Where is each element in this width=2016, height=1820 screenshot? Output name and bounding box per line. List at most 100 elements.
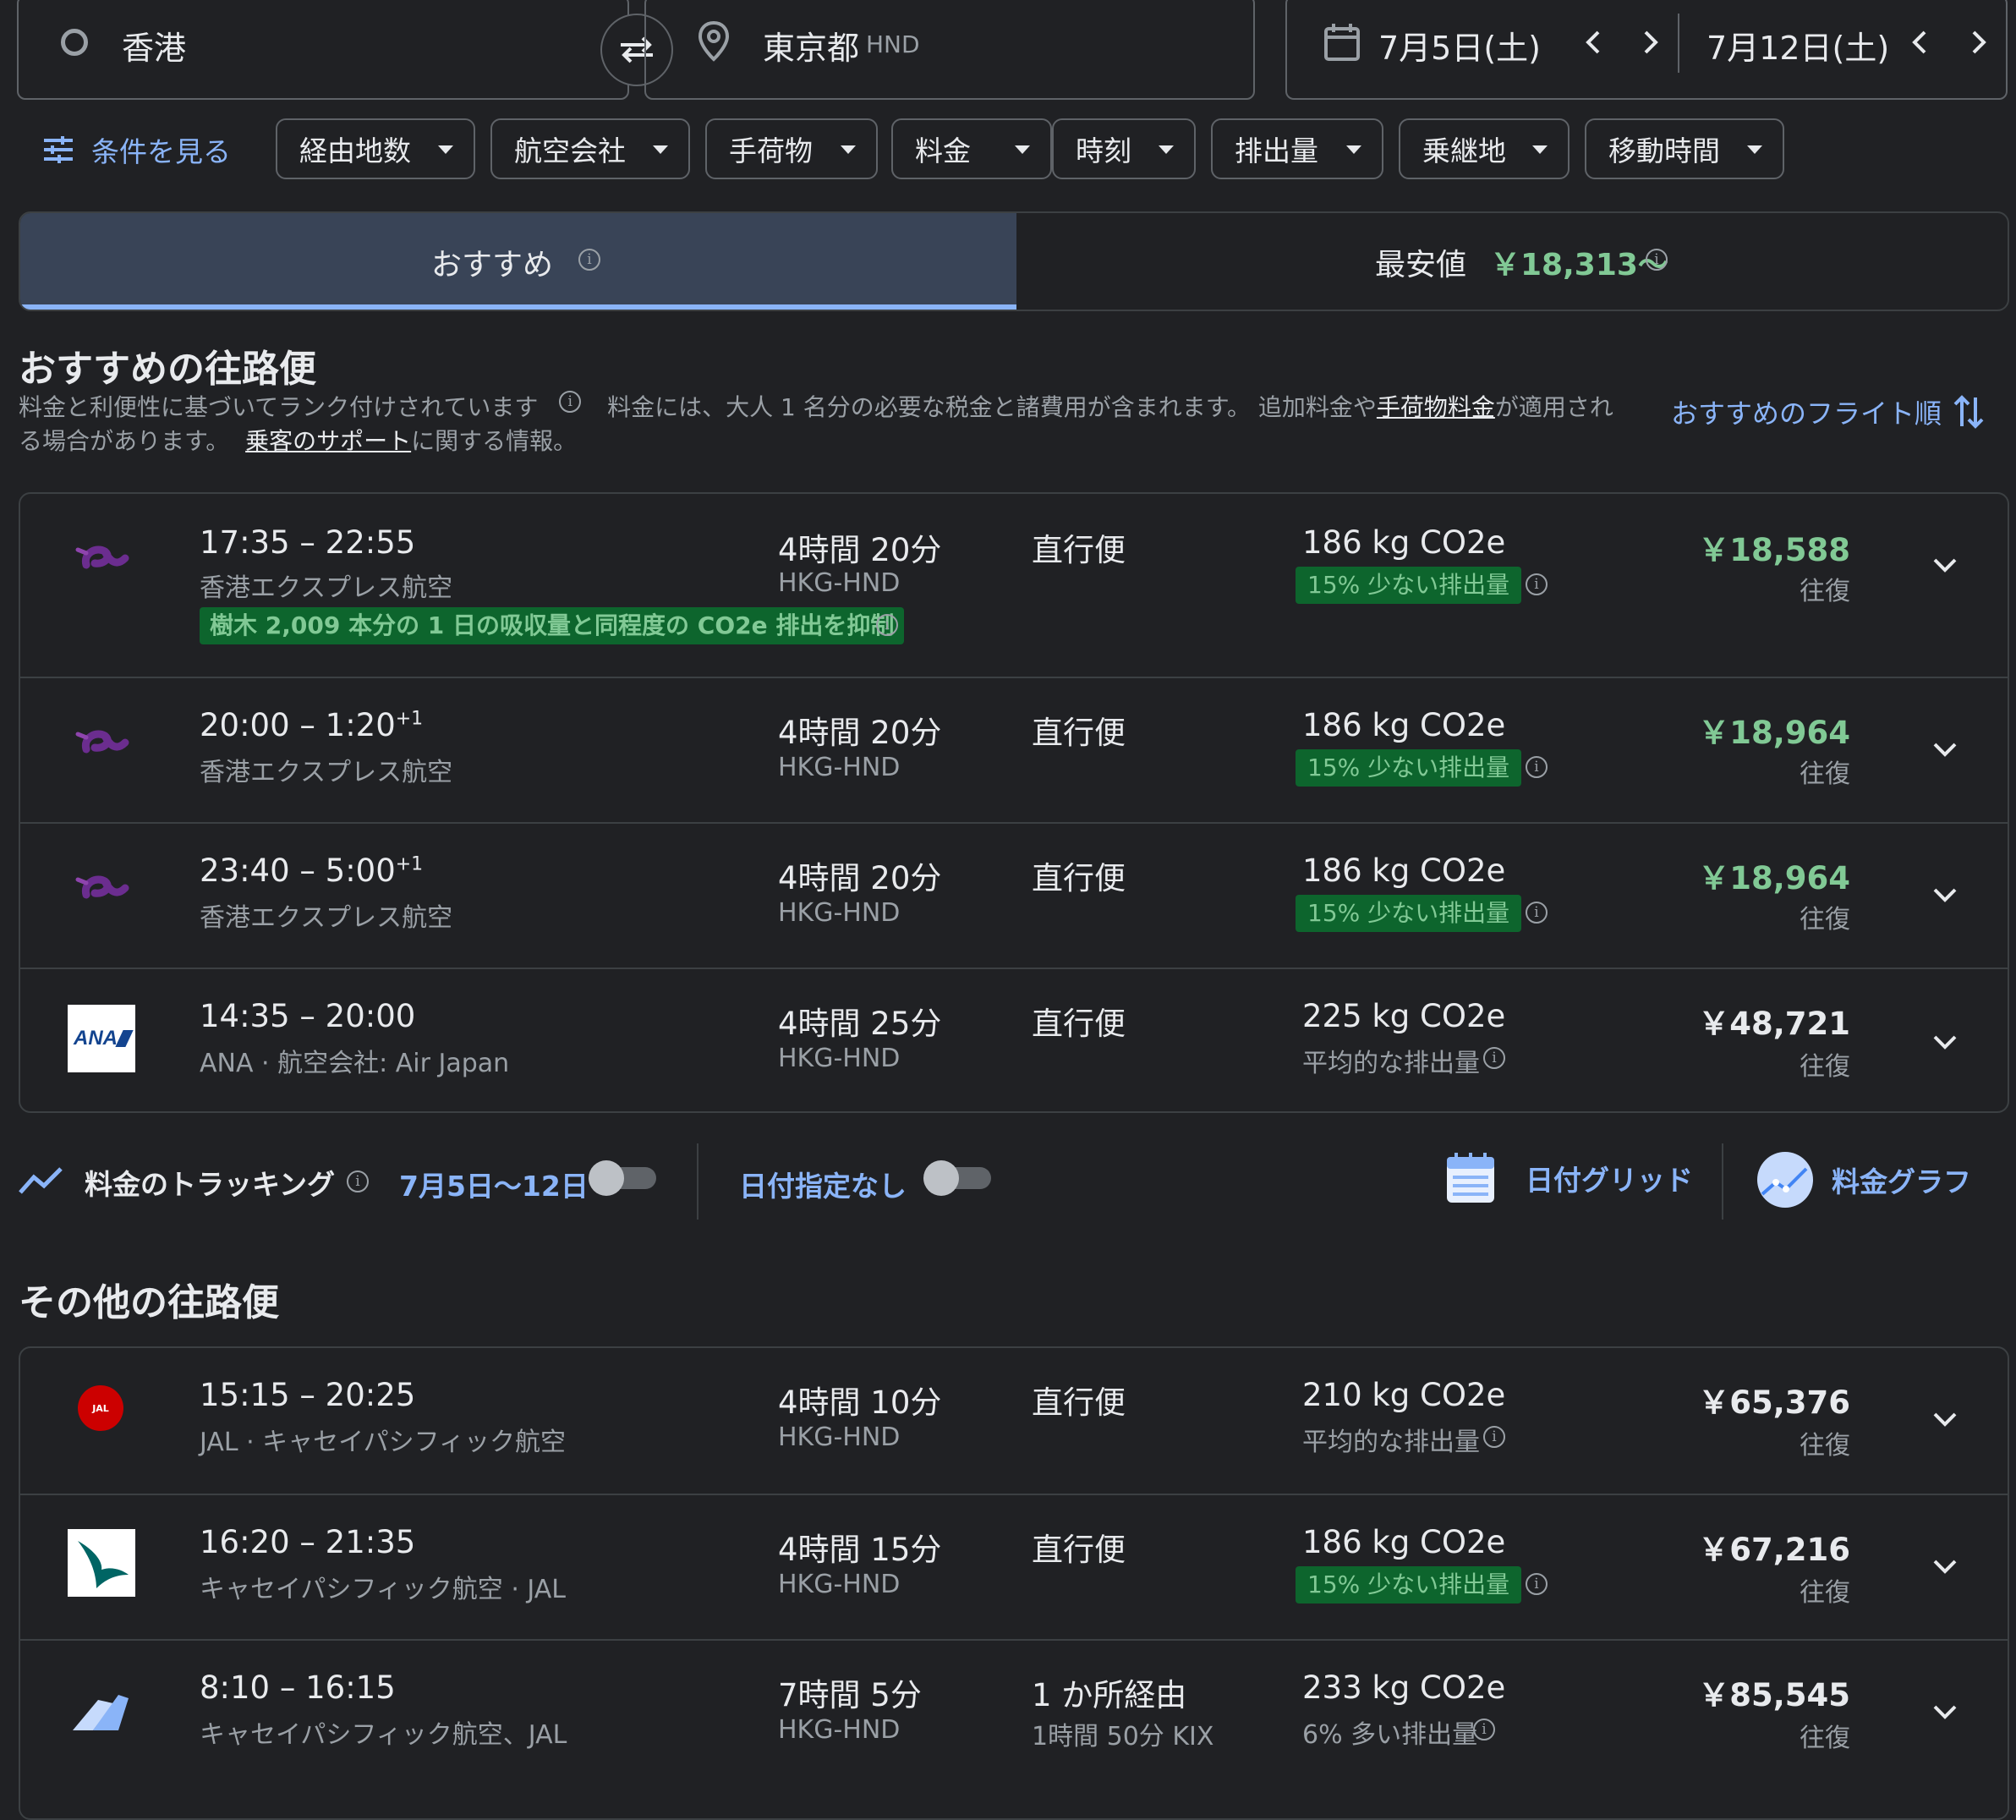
filter-chip-airlines[interactable]: 航空会社 — [490, 118, 690, 179]
price-note-text-3: る場合があります。 — [19, 427, 230, 455]
info-icon[interactable]: i — [578, 249, 600, 271]
expand-chevron-icon[interactable] — [1928, 1402, 1962, 1436]
next-day-marker: +1 — [395, 708, 424, 730]
price-tracking-label: 料金のトラッキング — [85, 1168, 336, 1201]
flight-price: ￥48,721 — [1698, 1006, 1850, 1042]
expand-chevron-icon[interactable] — [1928, 1025, 1962, 1059]
co2-emissions: 186 kg CO2e — [1302, 707, 1506, 743]
track-dates-toggle[interactable] — [589, 1160, 658, 1196]
flight-price: ￥67,216 — [1698, 1532, 1850, 1568]
all-filters-button[interactable]: 条件を見る — [42, 127, 231, 173]
depart-prev-icon[interactable] — [1578, 25, 1612, 59]
tab-recommended-label: おすすめ — [431, 248, 554, 282]
trip-type: 往復 — [1800, 1578, 1850, 1608]
price-note-text: 料金には、大人 1 名分の必要な税金と諸費用が含まれます。 追加料金や — [607, 393, 1377, 421]
passenger-assistance-link[interactable]: 乗客のサポート — [245, 427, 411, 455]
airline-name: ANA · 航空会社: Air Japan — [200, 1049, 510, 1078]
filter-chip-connecting[interactable]: 乗継地 — [1399, 118, 1570, 179]
filter-chip-duration[interactable]: 移動時間 — [1585, 118, 1784, 179]
info-icon[interactable]: i — [347, 1170, 369, 1192]
tracking-divider — [697, 1143, 698, 1220]
sort-button[interactable]: おすすめのフライト順 — [1671, 392, 1987, 431]
expand-chevron-icon[interactable] — [1928, 732, 1962, 766]
trip-type: 往復 — [1800, 1052, 1850, 1082]
origin-field[interactable]: 香港 — [17, 0, 629, 100]
depart-next-icon[interactable] — [1632, 25, 1666, 59]
flight-duration: 4時間 25分 — [778, 1006, 942, 1042]
layover-detail: 1時間 50分 KIX — [1032, 1722, 1214, 1751]
info-icon[interactable]: i — [1526, 573, 1548, 595]
expand-chevron-icon[interactable] — [1928, 548, 1962, 582]
any-dates-toggle[interactable] — [923, 1160, 993, 1196]
flight-row[interactable]: 17:35 – 22:55 香港エクスプレス航空 樹木 2,009 本分の 1 … — [20, 494, 2008, 677]
date-field[interactable]: 7月5日(土) 7月12日(土) — [1285, 0, 2008, 100]
dropdown-caret-icon — [1747, 145, 1762, 154]
airline-name: 香港エクスプレス航空 — [200, 903, 453, 933]
flight-duration: 4時間 20分 — [778, 532, 942, 568]
trip-type: 往復 — [1800, 1724, 1850, 1753]
expand-chevron-icon[interactable] — [1928, 878, 1962, 912]
filter-chip-stops[interactable]: 経由地数 — [276, 118, 475, 179]
chip-label: 時刻 — [1076, 134, 1131, 167]
chip-label: 手荷物 — [729, 134, 813, 167]
flight-route: HKG-HND — [778, 1044, 901, 1073]
tab-cheapest[interactable]: 最安値 ￥18,313～ i — [1016, 213, 2008, 310]
expand-chevron-icon[interactable] — [1928, 1549, 1962, 1583]
dropdown-caret-icon — [1346, 145, 1361, 154]
chip-label: 乗継地 — [1422, 134, 1506, 167]
filter-chip-bags[interactable]: 手荷物 — [705, 118, 878, 179]
flight-row[interactable]: 20:00 – 1:20+1 香港エクスプレス航空 4時間 20分 HKG-HN… — [20, 677, 2008, 822]
flight-stops: 直行便 — [1032, 532, 1126, 568]
expand-chevron-icon[interactable] — [1928, 1695, 1962, 1729]
return-date[interactable]: 7月12日(土) — [1706, 22, 1889, 69]
info-icon[interactable]: i — [1473, 1719, 1495, 1741]
co2-less-badge: 15% 少ない排出量 — [1296, 567, 1522, 604]
filter-chip-price[interactable]: 料金 — [891, 118, 1052, 179]
info-icon[interactable]: i — [1483, 1426, 1505, 1448]
trend-chart-icon — [19, 1167, 63, 1194]
co2-average-note: 平均的な排出量 — [1302, 1428, 1480, 1457]
baggage-fees-link[interactable]: 手荷物料金 — [1377, 393, 1495, 421]
depart-date[interactable]: 7月5日(土) — [1378, 22, 1541, 69]
flight-times: 17:35 – 22:55 — [200, 524, 416, 561]
airline-name: キャセイパシフィック航空 · JAL — [200, 1575, 566, 1604]
info-icon[interactable]: i — [876, 614, 898, 636]
tracking-date-range: 7月5日〜12日 — [399, 1170, 589, 1203]
tab-recommended[interactable]: おすすめ i — [20, 213, 1016, 310]
section-title-recommended: おすすめの往路便 — [19, 348, 316, 391]
date-grid-button[interactable]: 日付グリッド — [1444, 1150, 1693, 1206]
flight-route: HKG-HND — [778, 568, 901, 598]
ana-logo-icon: ANA — [68, 1005, 135, 1072]
info-icon[interactable]: i — [1526, 1573, 1548, 1595]
return-prev-icon[interactable] — [1904, 25, 1938, 59]
toggle-knob — [923, 1160, 959, 1196]
flight-row[interactable]: ANA 14:35 – 20:00 ANA · 航空会社: Air Japan … — [20, 968, 2008, 1111]
sort-arrows-icon — [1953, 395, 1984, 429]
flight-times: 14:35 – 20:00 — [200, 998, 416, 1034]
destination-field[interactable]: 東京都 HND — [644, 0, 1255, 100]
return-next-icon[interactable] — [1960, 25, 1994, 59]
co2-emissions: 186 kg CO2e — [1302, 1524, 1506, 1560]
price-graph-button[interactable]: 料金グラフ — [1756, 1150, 1971, 1209]
trip-type: 往復 — [1800, 1431, 1850, 1461]
info-icon[interactable]: i — [1483, 1047, 1505, 1069]
flight-row[interactable]: JAL 15:15 – 20:25 JAL · キャセイパシフィック航空 4時間… — [20, 1348, 2008, 1494]
info-icon[interactable]: i — [1646, 249, 1668, 271]
flight-row[interactable]: 23:40 – 5:00+1 香港エクスプレス航空 4時間 20分 HKG-HN… — [20, 822, 2008, 968]
trip-type: 往復 — [1800, 905, 1850, 935]
jal-logo-icon: JAL — [78, 1385, 123, 1431]
flight-row[interactable]: 8:10 – 16:15 キャセイパシフィック航空、JAL 7時間 5分 HKG… — [20, 1639, 2008, 1784]
flight-row[interactable]: 16:20 – 21:35 キャセイパシフィック航空 · JAL 4時間 15分… — [20, 1494, 2008, 1639]
airline-name: 香港エクスプレス航空 — [200, 573, 453, 603]
filter-chip-times[interactable]: 時刻 — [1052, 118, 1196, 179]
dropdown-caret-icon — [1015, 145, 1030, 154]
date-grid-icon — [1447, 1153, 1494, 1203]
time-range: 20:00 – 1:20 — [200, 707, 396, 743]
info-icon[interactable]: i — [559, 391, 582, 413]
info-icon[interactable]: i — [1526, 756, 1548, 778]
filter-chip-emissions[interactable]: 排出量 — [1211, 118, 1383, 179]
flight-route: HKG-HND — [778, 1715, 901, 1745]
info-icon[interactable]: i — [1526, 902, 1548, 924]
chip-label: 経由地数 — [299, 134, 411, 167]
co2-more-note: 6% 多い排出量 — [1302, 1720, 1478, 1750]
